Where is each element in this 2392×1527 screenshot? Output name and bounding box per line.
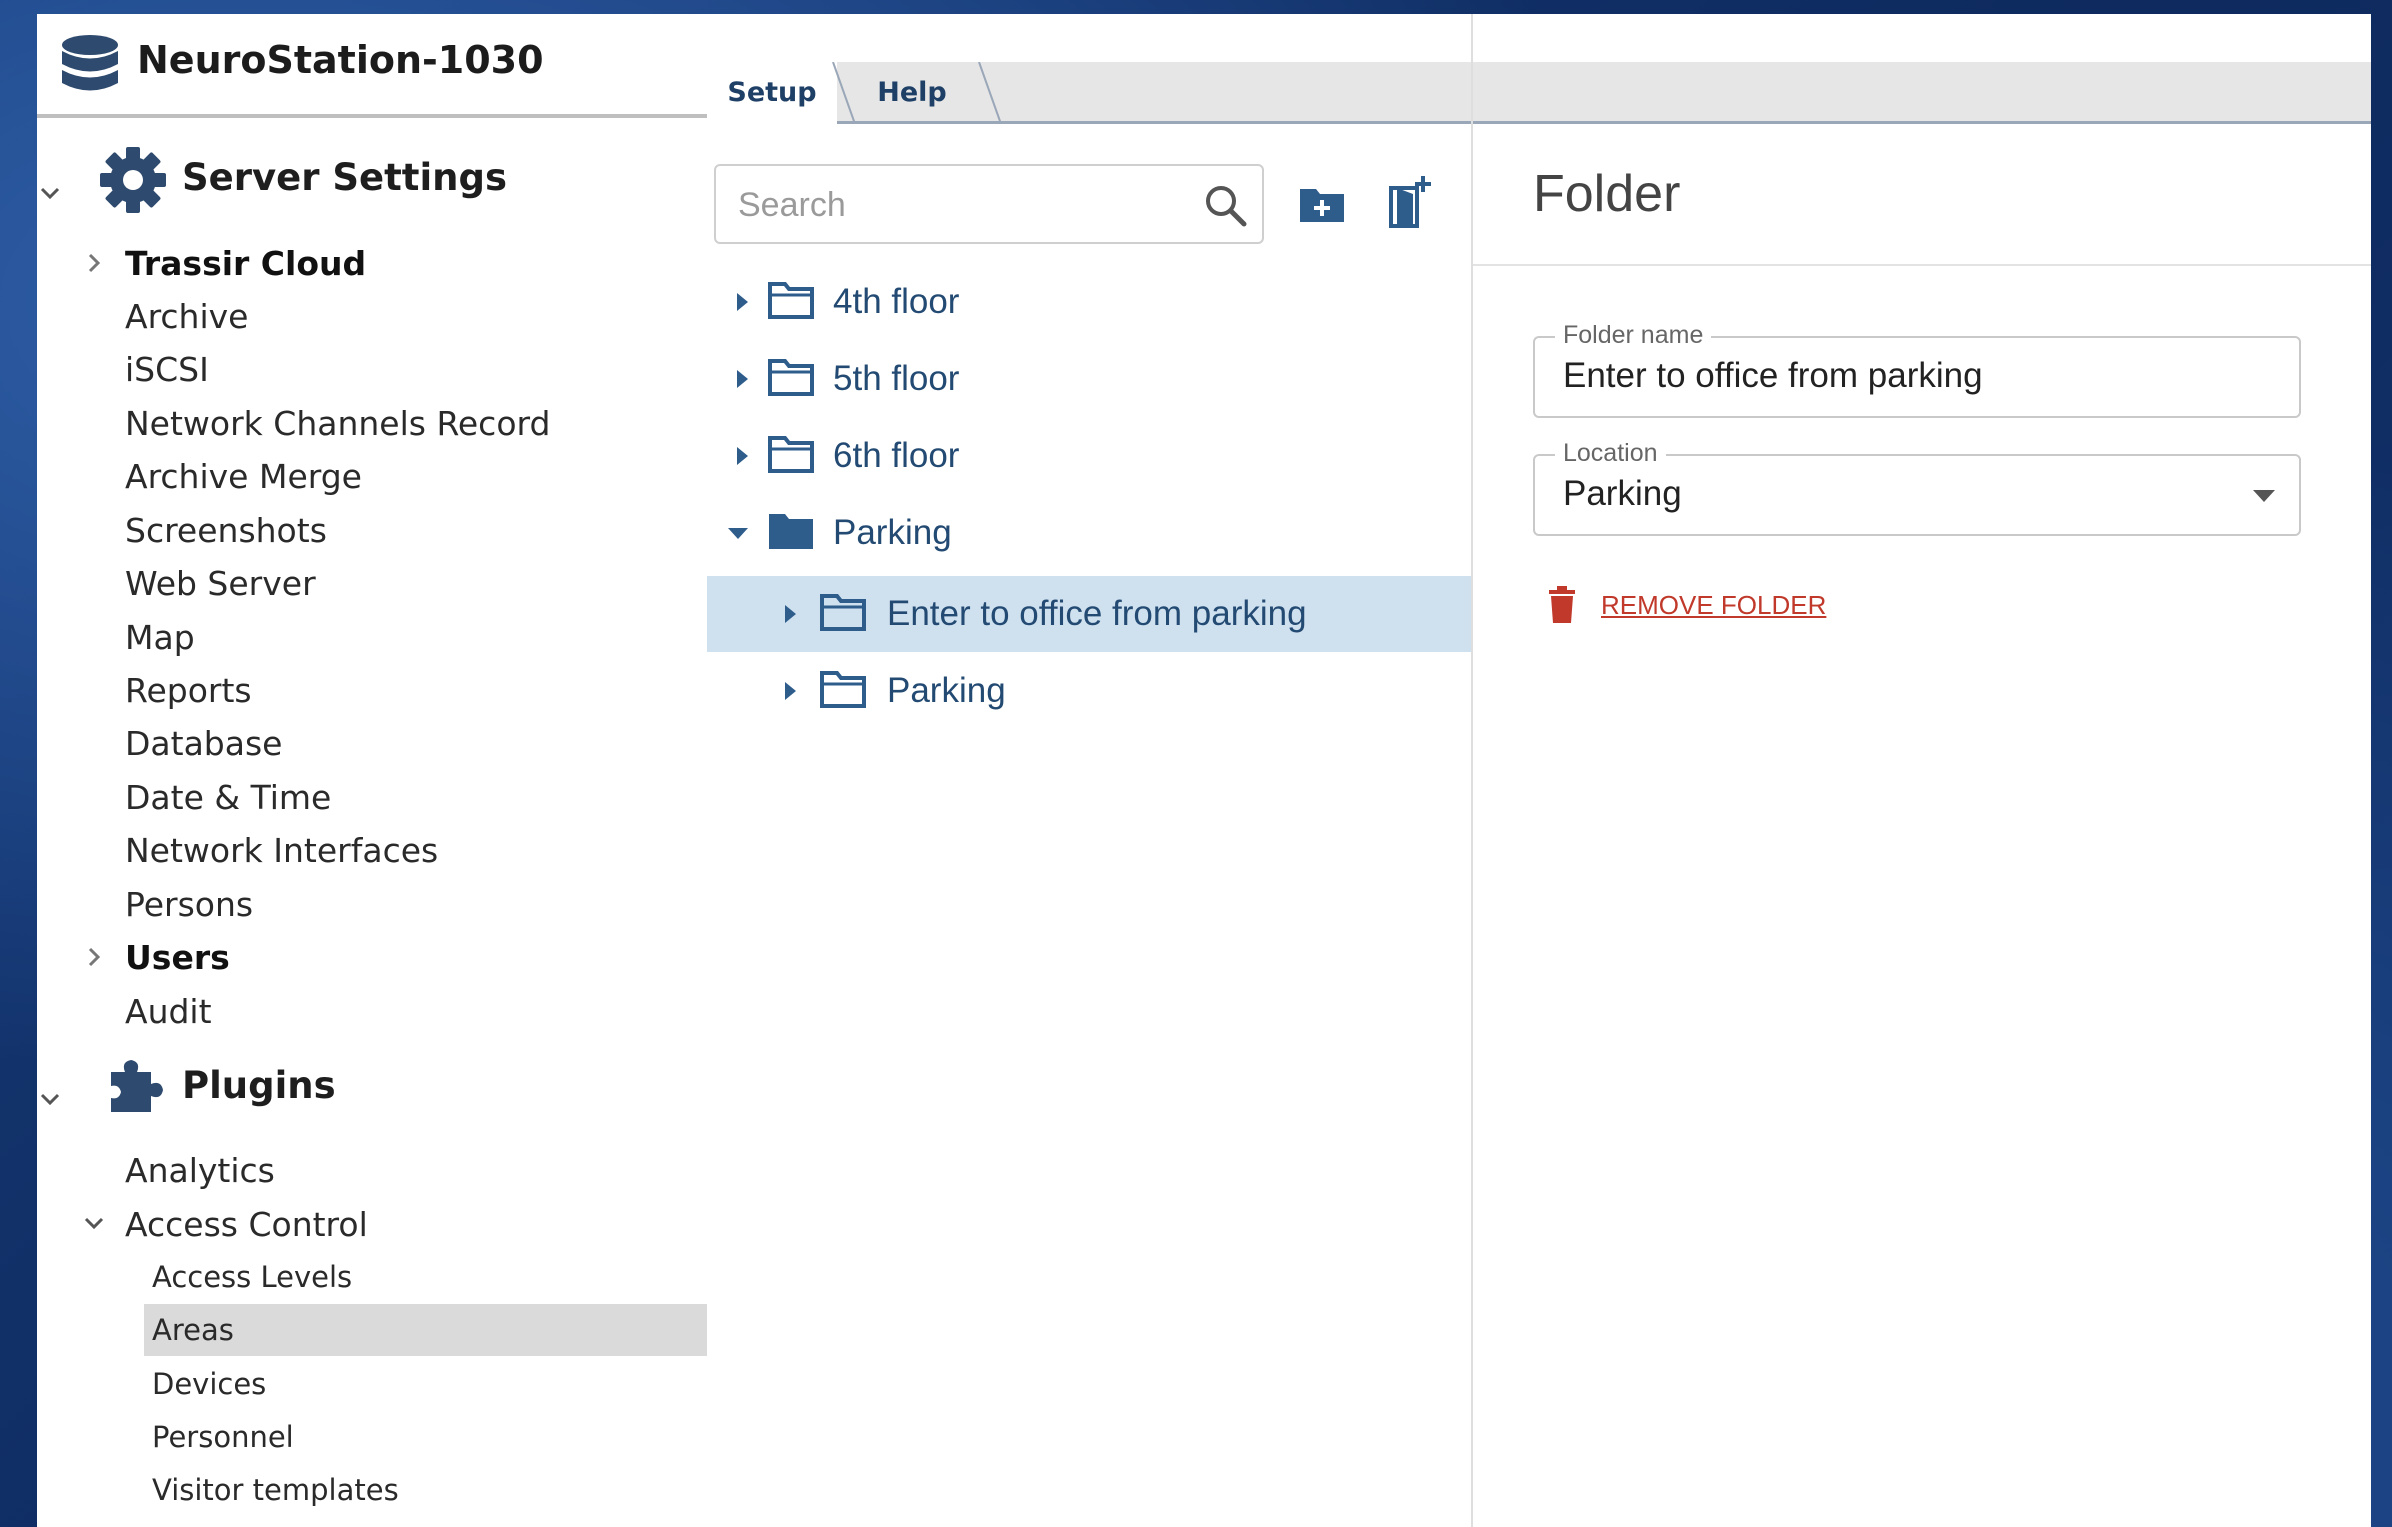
tree-item-parking[interactable]: Parking xyxy=(707,495,1471,571)
nav-item-access-control[interactable]: Access Control xyxy=(125,1200,685,1250)
app-title: NeuroStation-1030 xyxy=(137,38,544,82)
nav-item-map[interactable]: Map xyxy=(125,613,685,663)
nav-item-archive-merge[interactable]: Archive Merge xyxy=(125,452,685,502)
tree-item-5th-floor[interactable]: 5th floor xyxy=(707,341,1471,417)
trash-icon xyxy=(1547,586,1577,624)
nav-item-areas[interactable]: Areas xyxy=(144,1304,707,1356)
gear-icon xyxy=(99,146,167,214)
nav-item-analytics[interactable]: Analytics xyxy=(125,1146,685,1196)
nav-item-date-time[interactable]: Date & Time xyxy=(125,773,685,823)
chevron-down-icon[interactable] xyxy=(37,180,63,206)
add-folder-button[interactable] xyxy=(1297,179,1347,229)
tree-item-label: 5th floor xyxy=(833,359,960,398)
nav-item-web-server[interactable]: Web Server xyxy=(125,559,685,609)
dropdown-arrow-icon[interactable] xyxy=(2251,488,2277,504)
tab-separator xyxy=(975,62,1005,124)
tree-item-enter-to-office-from-parking[interactable]: Enter to office from parking xyxy=(707,576,1471,652)
nav-item-network-interfaces[interactable]: Network Interfaces xyxy=(125,826,685,876)
tab-help[interactable]: Help xyxy=(837,62,987,124)
folder-outline-icon xyxy=(767,280,815,320)
top-strip xyxy=(1473,14,2371,62)
folder-details-panel: Folder Folder name Enter to office from … xyxy=(1471,14,2371,1527)
database-icon xyxy=(59,34,121,102)
location-select[interactable]: Location Parking xyxy=(1533,439,2301,536)
folder-name-label: Folder name xyxy=(1555,321,1712,350)
nav-item-personnel[interactable]: Personnel xyxy=(144,1411,707,1463)
nav-item-users[interactable]: Users xyxy=(125,933,685,983)
tree-item-label: Enter to office from parking xyxy=(887,594,1307,633)
settings-sidebar: NeuroStation-1030 Server Settings Trassi… xyxy=(37,14,707,1527)
tree-item-label: Parking xyxy=(887,671,1006,710)
add-door-button[interactable] xyxy=(1387,174,1433,230)
nav-item-database[interactable]: Database xyxy=(125,719,685,769)
nav-item-devices[interactable]: Devices xyxy=(144,1358,707,1410)
caret-right-icon[interactable] xyxy=(779,679,801,703)
panel-title: Folder xyxy=(1533,165,1681,223)
tree-item-label: Parking xyxy=(833,513,952,552)
tree-item-6th-floor[interactable]: 6th floor xyxy=(707,418,1471,494)
nav-item-network-channels-record[interactable]: Network Channels Record xyxy=(125,399,685,449)
nav-item-trassir-cloud[interactable]: Trassir Cloud xyxy=(125,239,685,289)
nav-item-visitor-templates[interactable]: Visitor templates xyxy=(144,1464,707,1516)
section-server-settings[interactable]: Server Settings xyxy=(182,156,507,199)
location-label: Location xyxy=(1555,439,1666,468)
folder-outline-icon xyxy=(819,669,867,709)
app-header: NeuroStation-1030 xyxy=(37,14,707,118)
puzzle-icon xyxy=(101,1054,167,1120)
chevron-right-icon[interactable] xyxy=(81,944,107,970)
nav-item-reports[interactable]: Reports xyxy=(125,666,685,716)
folder-outline-icon xyxy=(767,434,815,474)
location-value[interactable]: Parking xyxy=(1563,474,1682,514)
folder-filled-icon xyxy=(767,511,815,551)
search-icon[interactable] xyxy=(1202,182,1248,228)
nav-item-persons[interactable]: Persons xyxy=(125,880,685,930)
folder-name-value[interactable]: Enter to office from parking xyxy=(1563,356,1983,396)
tab-bar: Setup Help xyxy=(707,62,1471,126)
divider xyxy=(1473,264,2371,266)
caret-right-icon[interactable] xyxy=(779,602,801,626)
tree-item-parking-child[interactable]: Parking xyxy=(707,653,1471,729)
chevron-down-icon[interactable] xyxy=(37,1086,63,1112)
search-input[interactable] xyxy=(736,180,1210,230)
caret-right-icon[interactable] xyxy=(731,367,753,391)
tab-setup[interactable]: Setup xyxy=(707,62,837,126)
tree-item-label: 4th floor xyxy=(833,282,960,321)
tab-bar-extension xyxy=(1473,62,2371,124)
tree-item-4th-floor[interactable]: 4th floor xyxy=(707,264,1471,340)
folder-outline-icon xyxy=(819,592,867,632)
caret-right-icon[interactable] xyxy=(731,444,753,468)
search-box xyxy=(714,164,1264,244)
nav-item-iscsi[interactable]: iSCSI xyxy=(125,345,685,395)
caret-right-icon[interactable] xyxy=(731,290,753,314)
folder-name-field[interactable]: Folder name Enter to office from parking xyxy=(1533,321,2301,418)
folder-outline-icon xyxy=(767,357,815,397)
folder-tree-panel: Setup Help Search 4th floor 5th floor 6t… xyxy=(707,14,1471,1527)
section-plugins[interactable]: Plugins xyxy=(182,1064,336,1107)
chevron-down-icon[interactable] xyxy=(81,1210,107,1236)
nav-item-archive[interactable]: Archive xyxy=(125,292,685,342)
nav-item-access-levels[interactable]: Access Levels xyxy=(144,1251,707,1303)
caret-down-icon[interactable] xyxy=(727,521,749,545)
tree-item-label: 6th floor xyxy=(833,436,960,475)
chevron-right-icon[interactable] xyxy=(81,250,107,276)
remove-folder-label[interactable]: REMOVE FOLDER xyxy=(1601,590,1826,621)
nav-item-audit[interactable]: Audit xyxy=(125,987,685,1037)
nav-item-screenshots[interactable]: Screenshots xyxy=(125,506,685,556)
